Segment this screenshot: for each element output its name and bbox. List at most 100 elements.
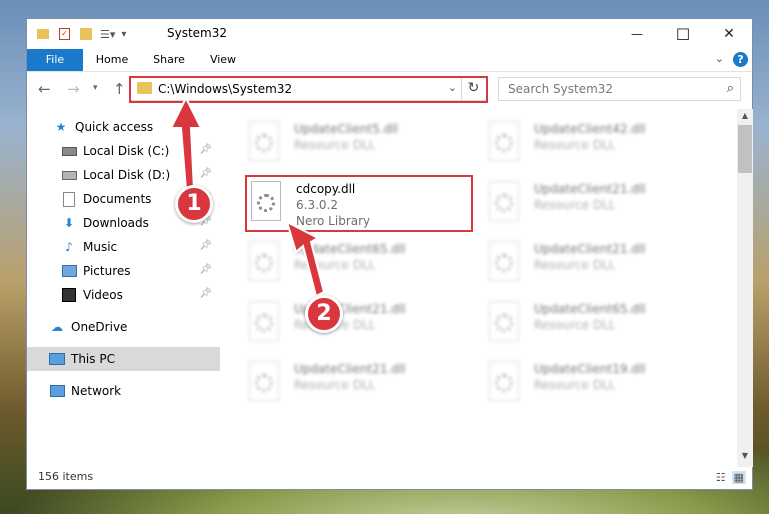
ribbon-tabs: File Home Share View ⌄ ?: [27, 49, 752, 72]
sidebar-item-quick-access[interactable]: ★ Quick access: [27, 115, 220, 139]
qa-dropdown-icon[interactable]: ▾: [121, 29, 126, 40]
window-title: System32: [167, 26, 228, 40]
pin-icon[interactable]: 📌︎: [199, 288, 212, 299]
sidebar-item-label: Pictures: [83, 264, 131, 278]
navigation-pane: ★ Quick access Local Disk (C:) 📌︎ Local …: [27, 109, 220, 469]
file-description: Resource DLL: [534, 198, 616, 212]
details-view-icon[interactable]: ☷: [716, 471, 726, 484]
tab-file[interactable]: File: [27, 49, 83, 71]
pin-icon[interactable]: 📌︎: [199, 264, 212, 275]
dll-file-icon: [249, 361, 279, 401]
navigation-bar: ← → ▾ ↑ C:\Windows\System32 ⌄ ↻ Search S…: [27, 72, 752, 106]
file-description: Resource DLL: [294, 138, 376, 152]
properties-icon[interactable]: ✓: [59, 28, 70, 40]
scroll-up-icon[interactable]: ▲: [737, 111, 753, 125]
dll-file-icon: [249, 121, 279, 161]
file-item[interactable]: UpdateClient65.dll Resource DLL: [246, 237, 476, 289]
status-bar: 156 items ☷ ▦: [27, 465, 752, 489]
search-input[interactable]: Search System32 ⌕: [498, 77, 741, 101]
file-description: Resource DLL: [294, 378, 376, 392]
maximize-button[interactable]: ☐: [660, 19, 706, 49]
file-highlight: [245, 175, 473, 232]
view-toggle: ☷ ▦: [716, 471, 746, 484]
file-name: UpdateClient65.dll: [534, 302, 646, 316]
file-item[interactable]: UpdateClient21.dll Resource DLL: [486, 237, 716, 289]
file-description: Resource DLL: [534, 138, 616, 152]
file-description: Resource DLL: [294, 258, 376, 272]
sidebar-item-label: Local Disk (D:): [83, 168, 171, 182]
sidebar-item-pictures[interactable]: Pictures 📌︎: [27, 259, 220, 283]
file-name: UpdateClient42.dll: [534, 122, 646, 136]
documents-icon: [61, 191, 77, 207]
sidebar-item-onedrive[interactable]: ☁ OneDrive: [27, 315, 220, 339]
file-item[interactable]: UpdateClient19.dll Resource DLL: [486, 357, 716, 409]
file-item[interactable]: UpdateClient21.dll Resource DLL: [486, 177, 716, 229]
sidebar-item-network[interactable]: Network: [27, 379, 220, 403]
sidebar-item-this-pc[interactable]: This PC: [27, 347, 220, 371]
help-icon[interactable]: ?: [733, 52, 748, 67]
pin-icon[interactable]: 📌︎: [199, 168, 212, 179]
minimize-icon: —: [631, 27, 643, 41]
file-item[interactable]: UpdateClient65.dll Resource DLL: [486, 297, 716, 349]
sidebar-item-label: Local Disk (C:): [83, 144, 170, 158]
close-icon: ✕: [723, 26, 735, 42]
pin-icon[interactable]: 📌︎: [199, 240, 212, 251]
sidebar-item-label: Network: [71, 384, 122, 398]
pictures-icon: [61, 264, 77, 278]
drive-icon: [61, 168, 77, 182]
sidebar-item-label: Music: [83, 240, 118, 254]
tab-share[interactable]: Share: [145, 49, 193, 71]
sidebar-item-label: Quick access: [75, 120, 154, 134]
title-bar: ✓ ☰▾ ▾ System32 — ☐ ✕: [27, 19, 752, 49]
callout-badge-1: 1: [175, 185, 213, 223]
customize-icon[interactable]: ☰▾: [100, 28, 115, 41]
cloud-icon: ☁: [51, 320, 63, 334]
scroll-down-icon[interactable]: ▼: [737, 451, 753, 465]
file-item[interactable]: UpdateClient21.dll Resource DLL: [246, 357, 476, 409]
dll-file-icon: [489, 181, 519, 221]
file-name: UpdateClient65.dll: [294, 242, 406, 256]
recent-locations-icon[interactable]: ▾: [93, 83, 98, 93]
minimize-button[interactable]: —: [614, 19, 660, 49]
file-name: UpdateClient21.dll: [294, 362, 406, 376]
folder-icon[interactable]: [37, 29, 49, 39]
file-description: Resource DLL: [534, 258, 616, 272]
file-item[interactable]: UpdateClient21.dll Resource DLL: [246, 297, 476, 349]
sidebar-item-label: This PC: [71, 352, 115, 366]
tiles-view-icon[interactable]: ▦: [731, 471, 746, 484]
close-button[interactable]: ✕: [706, 19, 752, 49]
download-icon: ⬇: [63, 216, 75, 230]
scroll-thumb[interactable]: [738, 125, 752, 173]
sidebar-item-videos[interactable]: Videos 📌︎: [27, 283, 220, 307]
videos-icon: [61, 288, 77, 302]
file-item[interactable]: UpdateClient5.dll Resource DLL: [246, 117, 476, 169]
dll-file-icon: [249, 301, 279, 341]
network-icon: [49, 384, 65, 398]
sidebar-item-label: Videos: [83, 288, 123, 302]
tab-view[interactable]: View: [201, 49, 245, 71]
tab-home[interactable]: Home: [87, 49, 137, 71]
dll-file-icon: [489, 361, 519, 401]
file-name: UpdateClient21.dll: [534, 242, 646, 256]
file-description: Resource DLL: [534, 318, 616, 332]
file-list: UpdateClient5.dll Resource DLL UpdateCli…: [224, 109, 736, 469]
new-folder-icon[interactable]: [80, 28, 92, 40]
up-icon[interactable]: ↑: [113, 80, 126, 98]
vertical-scrollbar[interactable]: ▲ ▼: [737, 109, 753, 467]
forward-icon[interactable]: →: [67, 80, 80, 98]
file-description: Resource DLL: [534, 378, 616, 392]
back-icon[interactable]: ←: [38, 80, 51, 98]
computer-icon: [49, 352, 65, 366]
sidebar-item-local-disk-c[interactable]: Local Disk (C:) 📌︎: [27, 139, 220, 163]
sidebar-item-local-disk-d[interactable]: Local Disk (D:) 📌︎: [27, 163, 220, 187]
search-placeholder: Search System32: [508, 82, 614, 96]
star-icon: ★: [55, 120, 67, 134]
dll-file-icon: [489, 121, 519, 161]
dll-file-icon: [489, 241, 519, 281]
search-icon[interactable]: ⌕: [727, 81, 734, 96]
ribbon-expand-icon[interactable]: ⌄: [715, 52, 724, 65]
sidebar-item-music[interactable]: ♪ Music 📌︎: [27, 235, 220, 259]
drive-icon: [61, 144, 77, 158]
pin-icon[interactable]: 📌︎: [199, 144, 212, 155]
file-item[interactable]: UpdateClient42.dll Resource DLL: [486, 117, 716, 169]
